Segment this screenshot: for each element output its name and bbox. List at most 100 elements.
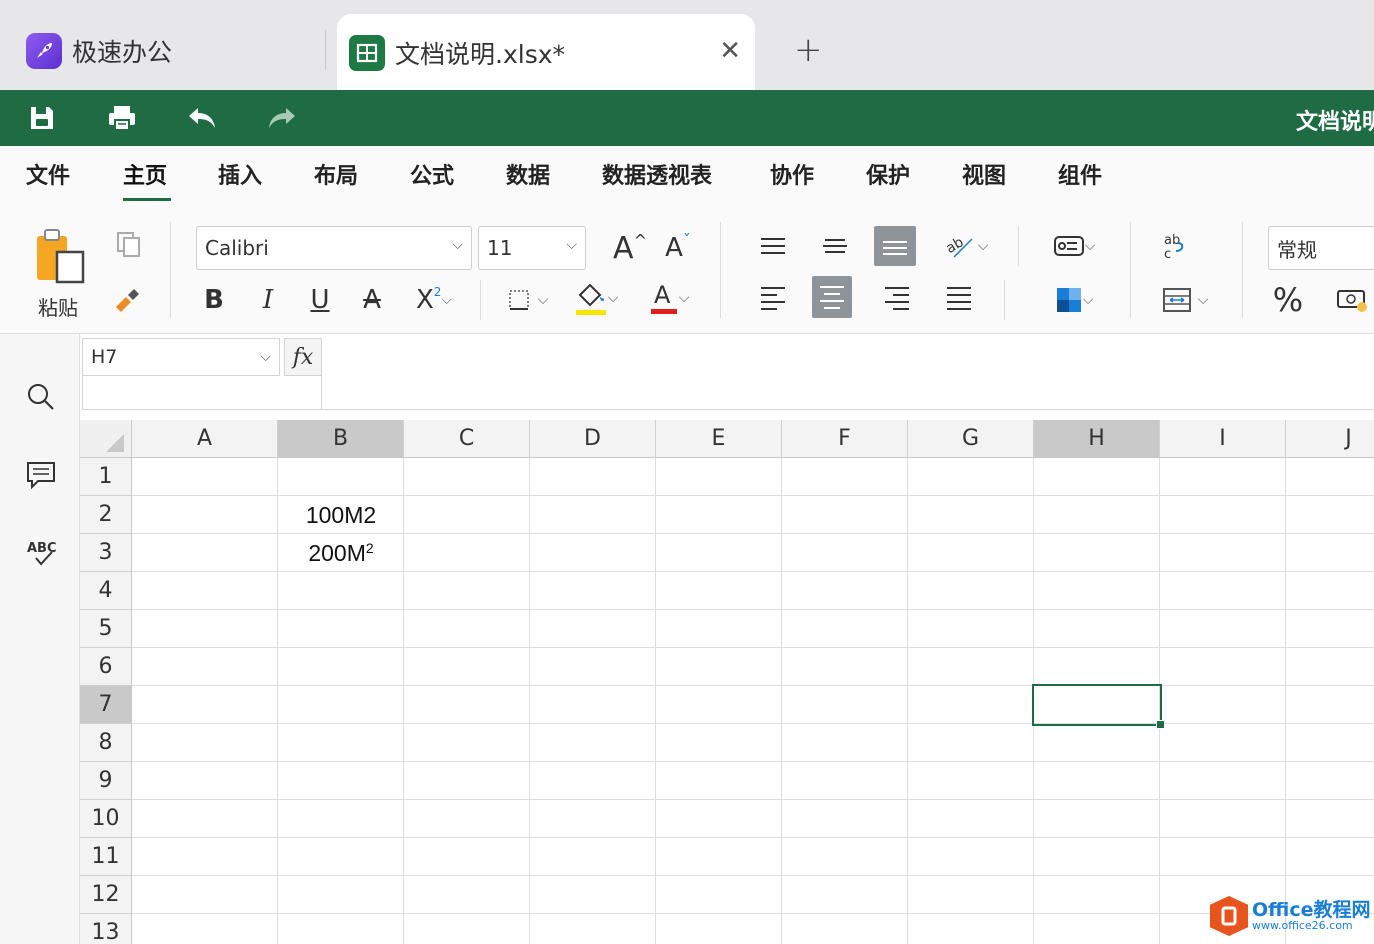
fill-color-icon[interactable]: ⌵ <box>566 276 626 320</box>
column-header-h[interactable]: H <box>1034 420 1160 458</box>
row-header-2[interactable]: 2 <box>80 496 132 534</box>
font-size-select[interactable]: 11 ⌵ <box>478 226 586 270</box>
chevron-down-icon: ⌵ <box>566 237 577 253</box>
number-format-select[interactable]: 常规 <box>1268 226 1374 270</box>
save-icon[interactable] <box>22 100 62 136</box>
row-header-3[interactable]: 3 <box>80 534 132 572</box>
decrease-font-icon[interactable]: Aˇ <box>656 226 700 270</box>
row-header-10[interactable]: 10 <box>80 800 132 838</box>
increase-font-icon[interactable]: A ^ <box>608 226 652 270</box>
spreadsheet-icon <box>349 35 385 71</box>
text-orientation-icon[interactable]: ab ⌵ <box>936 226 996 266</box>
select-all-corner[interactable] <box>80 420 132 458</box>
column-header-c[interactable]: C <box>404 420 530 458</box>
svg-text:ABC: ABC <box>27 541 57 556</box>
align-middle-icon[interactable] <box>814 226 856 266</box>
font-name-select[interactable]: Calibri ⌵ <box>196 226 472 270</box>
cell-b3[interactable]: 200M 2 <box>278 535 404 571</box>
align-center-icon[interactable] <box>812 276 852 318</box>
active-tab-indicator <box>123 198 171 201</box>
wrap-text-icon[interactable]: ab c <box>1154 226 1196 266</box>
underline-icon[interactable]: U <box>302 280 338 320</box>
watermark-url: www.office26.com <box>1252 919 1353 932</box>
document-tab-label: 文档说明.xlsx* <box>395 40 566 69</box>
row-header-9[interactable]: 9 <box>80 762 132 800</box>
menu-file[interactable]: 文件 <box>26 158 70 190</box>
number-format-value: 常规 <box>1277 237 1317 262</box>
menu-protect[interactable]: 保护 <box>866 158 910 190</box>
document-tab[interactable]: 文档说明.xlsx* ✕ <box>337 14 755 92</box>
column-header-g[interactable]: G <box>908 420 1034 458</box>
menu-formula[interactable]: 公式 <box>410 158 454 190</box>
italic-icon[interactable]: I <box>250 280 286 320</box>
column-header-a[interactable]: A <box>132 420 278 458</box>
font-color-icon[interactable]: A ⌵ <box>640 276 698 320</box>
quick-access-bar: 文档说明 <box>0 90 1374 146</box>
cell-reference: H7 <box>91 346 118 368</box>
search-icon[interactable] <box>22 378 60 416</box>
percent-icon[interactable]: % <box>1266 278 1310 322</box>
menu-view[interactable]: 视图 <box>962 158 1006 190</box>
paste-icon[interactable] <box>28 224 90 290</box>
menu-data[interactable]: 数据 <box>506 158 550 190</box>
print-icon[interactable] <box>102 100 142 136</box>
row-header-13[interactable]: 13 <box>80 914 132 944</box>
spreadsheet-grid[interactable]: A B C D E F G H I J 1 2 3 4 5 6 7 8 9 10… <box>80 420 1374 944</box>
menu-components[interactable]: 组件 <box>1058 158 1102 190</box>
svg-text:ab: ab <box>944 234 967 257</box>
row-header-6[interactable]: 6 <box>80 648 132 686</box>
column-header-j[interactable]: J <box>1286 420 1374 458</box>
align-right-icon[interactable] <box>876 278 918 318</box>
menu-home[interactable]: 主页 <box>123 158 167 190</box>
chevron-down-icon: ⌵ <box>452 237 463 253</box>
align-left-icon[interactable] <box>752 278 794 318</box>
close-icon[interactable]: ✕ <box>719 36 741 66</box>
row-header-1[interactable]: 1 <box>80 458 132 496</box>
justify-icon[interactable] <box>938 278 980 318</box>
column-header-d[interactable]: D <box>530 420 656 458</box>
spellcheck-icon[interactable]: ABC <box>22 534 62 572</box>
column-header-f[interactable]: F <box>782 420 908 458</box>
bold-icon[interactable]: B <box>196 280 232 320</box>
cell-b2[interactable]: 100M2 <box>278 497 404 533</box>
column-header-i[interactable]: I <box>1160 420 1286 458</box>
row-header-11[interactable]: 11 <box>80 838 132 876</box>
format-painter-icon[interactable] <box>108 282 146 318</box>
menu-collaborate[interactable]: 协作 <box>770 158 814 190</box>
ribbon-toolbar: 粘贴 Calibri ⌵ 11 ⌵ A ^ Aˇ B I U A X 2 ⌵ ⌵ ⌵ … <box>0 204 1374 334</box>
new-tab-button[interactable]: + <box>794 30 823 70</box>
menu-pivot-table[interactable]: 数据透视表 <box>602 158 712 190</box>
row-header-5[interactable]: 5 <box>80 610 132 648</box>
menu-insert[interactable]: 插入 <box>218 158 262 190</box>
cell-style-icon[interactable]: ⌵ <box>1044 226 1104 266</box>
copy-icon[interactable] <box>110 226 146 262</box>
name-box-area <box>82 376 322 410</box>
column-header-b[interactable]: B <box>278 420 404 458</box>
left-sidebar: ABC <box>0 334 80 944</box>
menu-layout[interactable]: 布局 <box>314 158 358 190</box>
row-header-8[interactable]: 8 <box>80 724 132 762</box>
superscript-icon[interactable]: X 2 ⌵ <box>406 280 462 320</box>
paste-label: 粘贴 <box>38 296 78 320</box>
row-header-7[interactable]: 7 <box>80 686 132 724</box>
app-tab[interactable]: 极速办公 <box>26 28 172 74</box>
comment-icon[interactable] <box>22 456 60 494</box>
redo-icon[interactable] <box>262 100 302 136</box>
conditional-format-icon[interactable]: ⌵ <box>1044 280 1104 320</box>
merge-cells-icon[interactable]: ⌵ <box>1154 280 1216 320</box>
formula-input[interactable] <box>322 338 1374 410</box>
office-logo-icon <box>1210 896 1248 936</box>
currency-icon[interactable] <box>1332 282 1372 318</box>
undo-icon[interactable] <box>182 100 222 136</box>
fill-handle[interactable] <box>1156 720 1165 729</box>
align-bottom-icon[interactable] <box>874 226 916 266</box>
borders-icon[interactable]: ⌵ <box>500 280 556 320</box>
active-cell-h7[interactable] <box>1032 684 1162 726</box>
function-button[interactable]: fx <box>284 338 322 376</box>
row-header-12[interactable]: 12 <box>80 876 132 914</box>
column-header-e[interactable]: E <box>656 420 782 458</box>
align-top-icon[interactable] <box>752 226 794 266</box>
name-box[interactable]: H7 ⌵ <box>82 338 280 376</box>
row-header-4[interactable]: 4 <box>80 572 132 610</box>
strikethrough-icon[interactable]: A <box>354 280 390 320</box>
